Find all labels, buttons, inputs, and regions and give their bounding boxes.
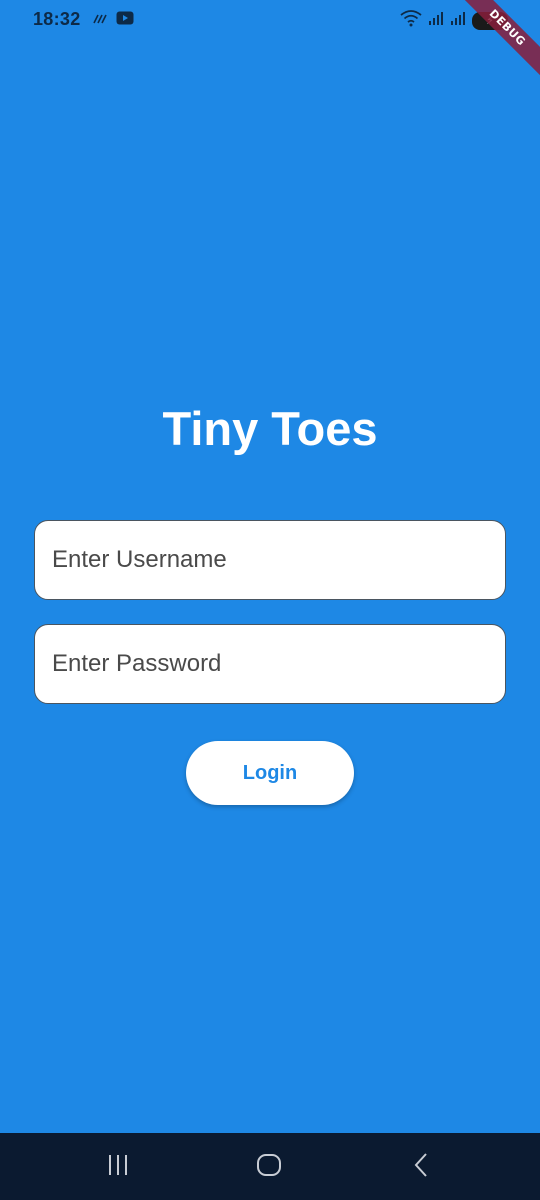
app-title: Tiny Toes — [162, 402, 378, 455]
username-field[interactable] — [34, 520, 506, 600]
battery-charging-icon: ⚡ — [472, 11, 508, 30]
status-left-icons — [92, 11, 134, 30]
home-button[interactable] — [239, 1147, 299, 1187]
recents-icon — [106, 1154, 130, 1181]
password-field[interactable] — [34, 624, 506, 704]
login-button[interactable]: Login — [186, 741, 354, 805]
password-input[interactable] — [35, 625, 505, 703]
home-icon — [256, 1153, 282, 1182]
back-button[interactable] — [391, 1147, 451, 1187]
youtube-icon — [116, 11, 134, 30]
signal-icon — [428, 10, 444, 31]
recents-button[interactable] — [88, 1147, 148, 1187]
username-input[interactable] — [35, 521, 505, 599]
signal-icon — [450, 10, 466, 31]
wifi-icon — [400, 9, 422, 32]
status-bar: 18:32 ⚡ — [0, 0, 540, 40]
status-time: 18:32 — [33, 9, 81, 29]
status-right-icons: ⚡ — [400, 9, 508, 32]
navigation-bar — [0, 1133, 540, 1200]
back-icon — [411, 1152, 431, 1183]
voicemail-icon — [92, 12, 110, 30]
